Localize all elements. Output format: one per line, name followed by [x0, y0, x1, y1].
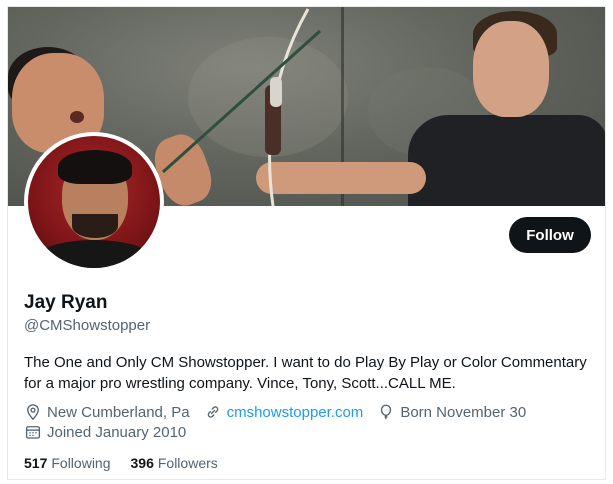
user-handle: @CMShowstopper	[24, 317, 151, 334]
followers-link[interactable]: 396 Followers	[131, 455, 218, 471]
avatar-beard	[72, 214, 118, 238]
page: Follow Jay Ryan @CMShowstopper The One a…	[0, 0, 613, 484]
joined-item: Joined January 2010	[24, 423, 186, 441]
link-icon	[207, 406, 218, 418]
display-name: Jay Ryan	[24, 292, 108, 313]
profile-meta-row: Joined January 2010	[24, 422, 200, 442]
profile-card: Follow Jay Ryan @CMShowstopper The One a…	[7, 6, 606, 480]
website-link[interactable]: cmshowstopper.com	[227, 404, 364, 421]
following-link[interactable]: 517 Following	[24, 455, 111, 471]
location-item: New Cumberland, Pa	[24, 403, 190, 421]
location-pin-icon	[27, 404, 39, 421]
calendar-icon	[25, 426, 41, 439]
following-label: Following	[51, 455, 111, 471]
website-item[interactable]: cmshowstopper.com	[204, 403, 364, 421]
avatar[interactable]	[28, 136, 160, 268]
balloon-icon	[381, 404, 392, 420]
location-text: New Cumberland, Pa	[47, 403, 190, 421]
avatar-hair	[58, 150, 132, 184]
avatar-shirt	[34, 240, 154, 268]
birthday-text: Born November 30	[400, 403, 527, 421]
following-count: 517	[24, 455, 48, 471]
followers-count: 396	[130, 455, 154, 471]
joined-text: Joined January 2010	[47, 423, 187, 441]
follow-stats: 517 Following 396 Followers	[24, 453, 238, 473]
follow-button[interactable]: Follow	[509, 217, 591, 253]
profile-meta-row: New Cumberland, Pa cmshowstopper.com Bor…	[24, 402, 540, 422]
followers-label: Followers	[157, 455, 218, 471]
birthday-item: Born November 30	[377, 403, 526, 421]
profile-bio: The One and Only CM Showstopper. I want …	[24, 354, 587, 392]
